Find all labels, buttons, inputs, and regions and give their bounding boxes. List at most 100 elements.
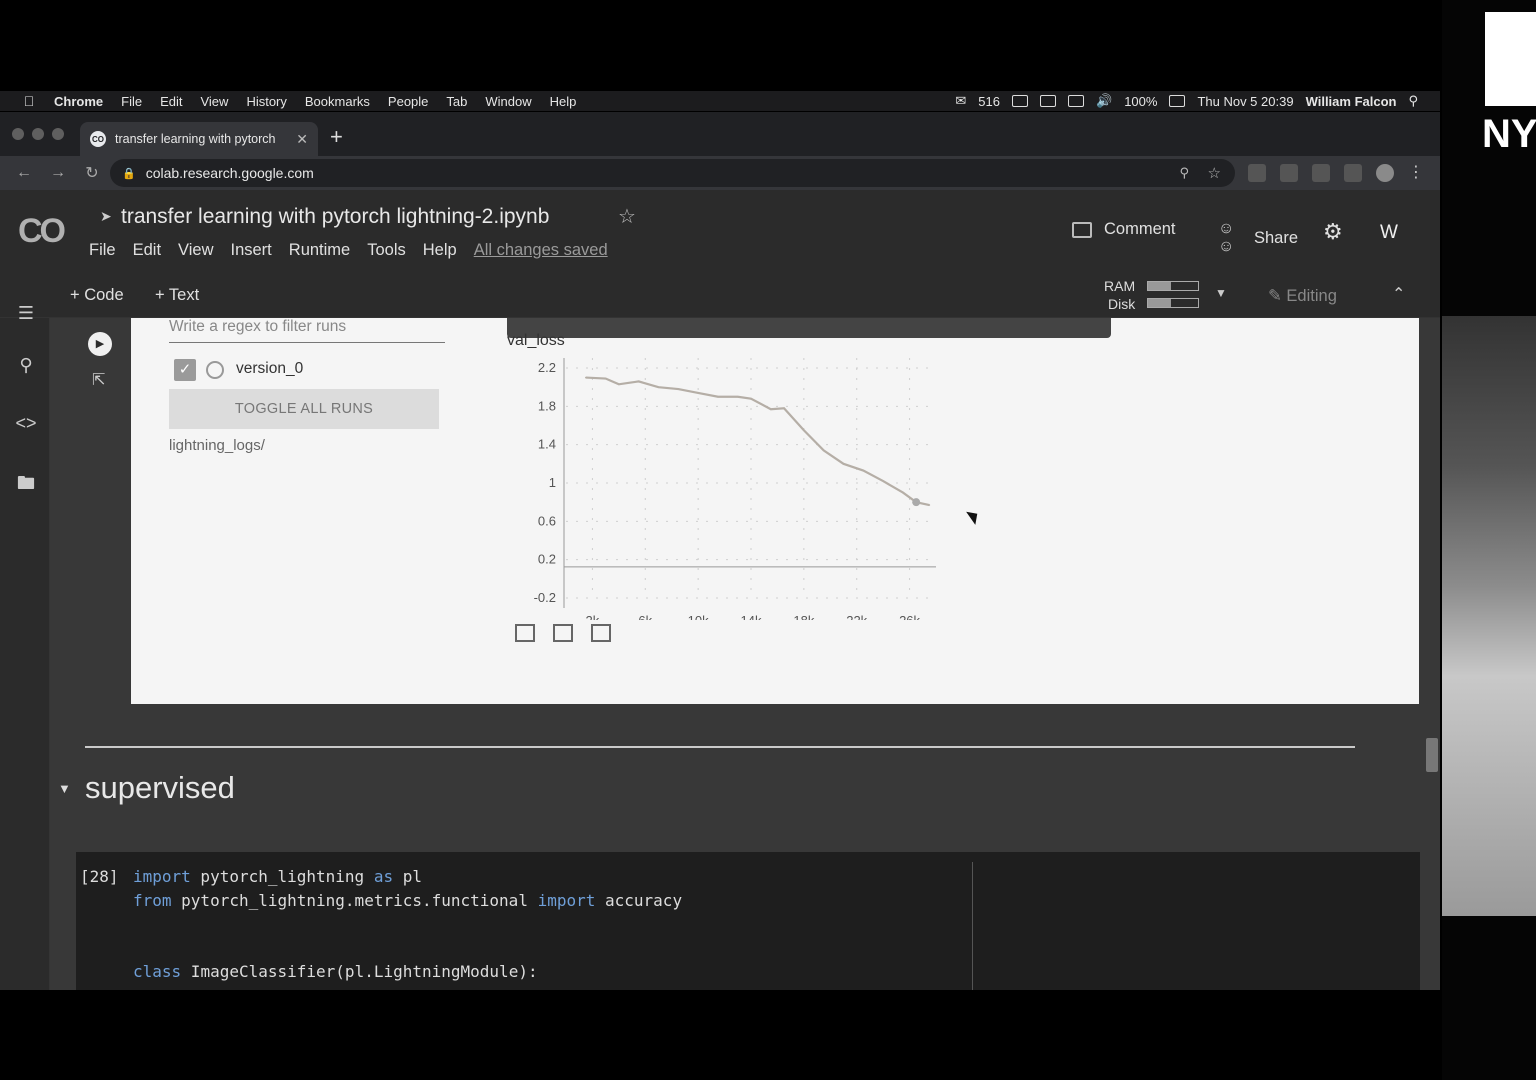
code-line[interactable]: class ImageClassifier(pl.LightningModule… [133, 962, 538, 981]
code-cell[interactable]: [28] import pytorch_lightning as pl from… [76, 852, 1420, 990]
colab-menu-help[interactable]: Help [423, 241, 457, 260]
browser-tab-active[interactable]: CO transfer learning with pytorch ✕ [80, 122, 318, 156]
save-status[interactable]: All changes saved [474, 241, 608, 260]
data-point [717, 395, 719, 398]
bookmark-star-icon[interactable]: ☆ [1208, 164, 1221, 182]
collapse-header-icon[interactable]: ⌃ [1392, 284, 1405, 304]
val-loss-chart[interactable]: -0.2 0.2 0.6 1 1.4 1.8 2.2 2k 6k 10k 14k 18k 22k 26k [516, 358, 946, 620]
menu-people[interactable]: People [388, 94, 428, 109]
menubar-user[interactable]: William Falcon [1306, 94, 1397, 109]
add-text-button[interactable]: + Text [155, 286, 199, 305]
ram-label: RAM [1104, 278, 1136, 294]
menu-history[interactable]: History [246, 94, 286, 109]
webcam-video [1442, 316, 1536, 916]
back-arrow-icon[interactable]: ← [14, 164, 34, 182]
macos-menubar:  Chrome File Edit View History Bookmark… [0, 91, 1440, 111]
colab-menu-file[interactable]: File [89, 241, 116, 260]
run-color-radio[interactable] [206, 361, 224, 379]
lock-icon[interactable]: 🔒 [122, 167, 136, 180]
user-avatar[interactable]: W [1370, 216, 1408, 250]
drive-icon[interactable]: ➤ [100, 208, 112, 225]
dropbox-icon[interactable] [1040, 95, 1056, 107]
disk-usage-bar[interactable] [1147, 298, 1199, 308]
code-line[interactable]: from pytorch_lightning.metrics.functiona… [133, 891, 682, 910]
cloud-icon[interactable] [1012, 95, 1028, 107]
address-bar[interactable]: 🔒 colab.research.google.com ⚲ ☆ [110, 159, 1235, 187]
data-point [783, 407, 785, 410]
puzzle-extensions-icon[interactable] [1344, 164, 1362, 182]
colab-menu-insert[interactable]: Insert [231, 241, 272, 260]
mail-icon[interactable]: ✉ [955, 93, 966, 109]
series-line [585, 376, 930, 507]
menu-file[interactable]: File [121, 94, 142, 109]
editing-mode-button[interactable]: ✎ Editing [1268, 286, 1337, 306]
window-controls [12, 128, 64, 140]
colab-menubar: File Edit View Insert Runtime Tools Help… [89, 241, 625, 260]
spotlight-search-icon[interactable]: ⚲ [1408, 93, 1418, 109]
x-tick-label: 22k [846, 613, 867, 620]
run-filter-input[interactable]: Write a regex to filter runs [169, 318, 445, 343]
colab-menu-view[interactable]: View [178, 241, 213, 260]
notebook-scrollbar[interactable] [1426, 738, 1438, 772]
maximize-window-button[interactable] [52, 128, 64, 140]
menu-window[interactable]: Window [485, 94, 531, 109]
search-icon[interactable]: ⚲ [14, 355, 38, 379]
extension-icon[interactable] [1248, 164, 1266, 182]
output-actions-icon[interactable]: ⇱ [92, 370, 105, 390]
colab-header: CO ➤ transfer learning with pytorch ligh… [0, 190, 1440, 274]
menu-app-name[interactable]: Chrome [54, 94, 103, 109]
close-window-button[interactable] [12, 128, 24, 140]
run-checkbox[interactable]: ✓ [174, 359, 196, 381]
y-tick-label: 1.8 [538, 398, 556, 413]
run-cell-button[interactable]: ▶ [88, 332, 112, 356]
table-of-contents-icon[interactable]: ☰ [14, 303, 38, 327]
folder-icon[interactable]: 🖿 [14, 471, 38, 495]
section-heading[interactable]: supervised [85, 770, 235, 806]
star-notebook-icon[interactable]: ☆ [618, 204, 636, 229]
more-menu-icon[interactable]: ⋮ [1408, 164, 1424, 182]
close-tab-icon[interactable]: ✕ [296, 131, 308, 148]
colab-menu-edit[interactable]: Edit [133, 241, 161, 260]
colab-menu-tools[interactable]: Tools [367, 241, 406, 260]
runtime-dropdown-icon[interactable]: ▼ [1215, 286, 1227, 300]
gear-icon[interactable]: ⚙ [1323, 219, 1343, 245]
ram-usage-bar[interactable] [1147, 281, 1199, 291]
code-snippets-icon[interactable]: <> [14, 413, 38, 437]
people-icon: ☺☺ [1218, 220, 1235, 255]
menu-help[interactable]: Help [550, 94, 577, 109]
wifi-icon[interactable] [1068, 95, 1084, 107]
colab-menu-runtime[interactable]: Runtime [289, 241, 350, 260]
extension-icon[interactable] [1312, 164, 1330, 182]
menu-bookmarks[interactable]: Bookmarks [305, 94, 370, 109]
colab-logo[interactable]: CO [18, 212, 66, 251]
log-dir-label: lightning_logs/ [169, 437, 265, 454]
comment-button[interactable]: Comment [1072, 220, 1176, 239]
zoom-icon[interactable]: ⚲ [1179, 165, 1189, 181]
menu-edit[interactable]: Edit [160, 94, 182, 109]
reload-icon[interactable]: ↻ [82, 163, 102, 183]
menu-view[interactable]: View [200, 94, 228, 109]
log-scale-icon[interactable] [553, 624, 573, 642]
fullscreen-icon[interactable] [515, 624, 535, 642]
volume-icon[interactable]: 🔊 [1096, 93, 1112, 109]
forward-arrow-icon[interactable]: → [48, 164, 68, 182]
add-code-button[interactable]: + Code [70, 286, 124, 305]
data-point [637, 380, 640, 383]
apple-icon[interactable]:  [20, 93, 38, 109]
extension-icon[interactable] [1280, 164, 1298, 182]
toggle-all-runs-button[interactable]: TOGGLE ALL RUNS [169, 389, 439, 429]
minimize-window-button[interactable] [32, 128, 44, 140]
mail-count: 516 [978, 93, 1000, 109]
new-tab-button[interactable]: + [330, 124, 343, 150]
share-button[interactable]: ☺☺ Share [1218, 220, 1298, 256]
section-divider [85, 746, 1355, 748]
battery-icon[interactable] [1169, 95, 1186, 107]
code-line[interactable]: import pytorch_lightning as pl [133, 867, 422, 886]
menu-tab[interactable]: Tab [446, 94, 467, 109]
clock[interactable]: Thu Nov 5 20:39 [1197, 94, 1293, 109]
y-tick-label: 1.4 [538, 437, 556, 452]
profile-avatar[interactable] [1376, 164, 1394, 182]
notebook-title[interactable]: transfer learning with pytorch lightning… [121, 205, 549, 229]
fit-domain-icon[interactable] [591, 624, 611, 642]
collapse-section-icon[interactable]: ▼ [58, 781, 71, 796]
